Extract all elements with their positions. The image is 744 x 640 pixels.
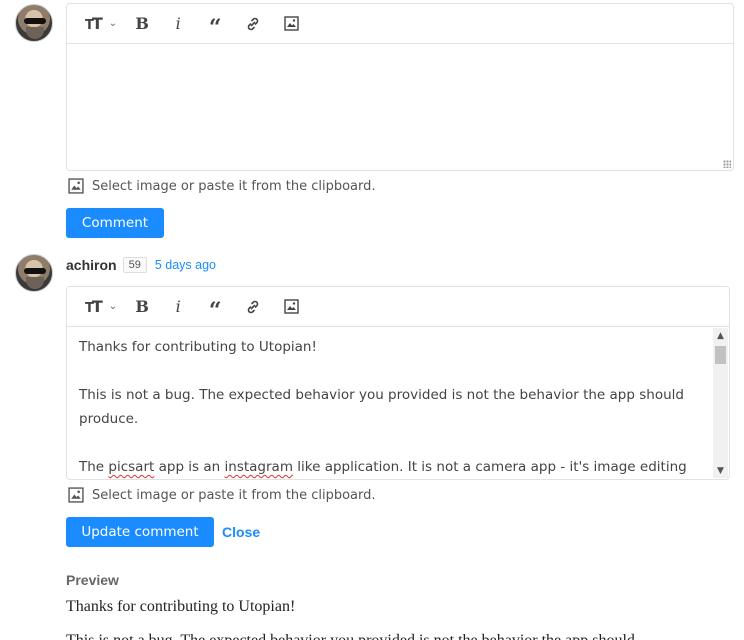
bold-button[interactable]: B: [131, 12, 153, 36]
image-upload-hint-label: Select image or paste it from the clipbo…: [92, 487, 376, 503]
edit-comment-textarea[interactable]: Thanks for contributing to Utopian! This…: [67, 327, 729, 479]
text-size-icon: TT: [85, 14, 103, 33]
misspelled-word: picsart: [108, 459, 155, 475]
paragraph-1: Thanks for contributing to Utopian!: [79, 339, 317, 355]
scroll-down-icon[interactable]: ▼: [713, 463, 728, 478]
link-icon: [247, 300, 259, 313]
image-upload-hint[interactable]: Select image or paste it from the clipbo…: [68, 487, 376, 503]
paragraph-2: This is not a bug. The expected behavior…: [79, 387, 684, 427]
image-icon: [68, 178, 84, 194]
avatar-beard: [26, 27, 44, 39]
misspelled-word: instagram: [224, 459, 293, 475]
edit-comment-editor: TT ⌄ B i “ Thanks for contributing to Ut…: [66, 286, 730, 480]
scrollbar-thumb[interactable]: [715, 346, 726, 364]
comment-textarea[interactable]: [67, 44, 733, 170]
text-size-icon: TT: [85, 297, 103, 316]
chevron-down-icon: ⌄: [108, 301, 118, 312]
quote-button[interactable]: “: [203, 12, 227, 39]
close-button[interactable]: Close: [222, 524, 260, 540]
avatar-glasses: [24, 268, 46, 274]
image-icon: [283, 16, 299, 31]
bold-button[interactable]: B: [131, 295, 153, 319]
avatar[interactable]: [15, 254, 53, 292]
image-icon: [283, 299, 299, 314]
resize-handle[interactable]: [723, 160, 731, 168]
reputation-badge: 59: [122, 257, 147, 273]
image-upload-hint-label: Select image or paste it from the clipbo…: [92, 178, 376, 194]
preview-heading: Preview: [66, 572, 119, 588]
editor-toolbar: TT ⌄ B i “: [67, 4, 733, 44]
avatar-beard: [26, 277, 44, 289]
comment-header: achiron 59 5 days ago: [66, 257, 216, 273]
link-button[interactable]: [241, 295, 265, 319]
preview-content: Thanks for contributing to Utopian! This…: [66, 596, 635, 640]
comment-editor: TT ⌄ B i “: [66, 3, 734, 171]
editor-toolbar: TT ⌄ B i “: [67, 287, 729, 327]
preview-paragraph-1: Thanks for contributing to Utopian!: [66, 598, 296, 615]
textarea-scrollbar[interactable]: ▲ ▼: [713, 328, 728, 478]
quote-button[interactable]: “: [203, 295, 227, 322]
textarea-content: Thanks for contributing to Utopian! This…: [79, 335, 703, 479]
image-button[interactable]: [279, 295, 303, 319]
link-icon: [247, 17, 259, 30]
scroll-up-icon[interactable]: ▲: [713, 328, 728, 343]
image-icon: [68, 487, 84, 503]
italic-button[interactable]: i: [167, 12, 189, 36]
author-name[interactable]: achiron: [66, 257, 117, 273]
heading-button[interactable]: TT ⌄: [85, 12, 117, 36]
comment-button[interactable]: Comment: [66, 208, 164, 238]
link-button[interactable]: [241, 12, 265, 36]
avatar[interactable]: [15, 4, 53, 42]
image-button[interactable]: [279, 12, 303, 36]
avatar-glasses: [24, 18, 46, 24]
paragraph-3: The picsart app is an instagram like app…: [79, 459, 687, 475]
chevron-down-icon: ⌄: [108, 18, 118, 29]
comment-timestamp[interactable]: 5 days ago: [155, 258, 216, 272]
italic-button[interactable]: i: [167, 295, 189, 319]
preview-paragraph-2: This is not a bug. The expected behavior…: [66, 630, 635, 640]
update-comment-button[interactable]: Update comment: [66, 517, 214, 547]
heading-button[interactable]: TT ⌄: [85, 295, 117, 319]
image-upload-hint[interactable]: Select image or paste it from the clipbo…: [68, 178, 376, 194]
